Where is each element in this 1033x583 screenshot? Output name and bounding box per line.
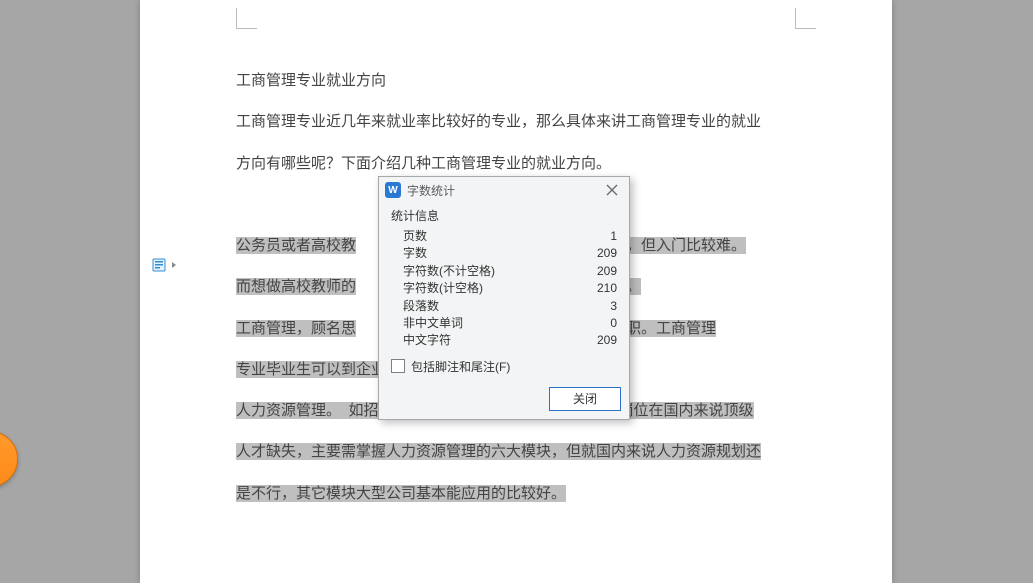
stat-key: 字符数(不计空格) (403, 263, 495, 280)
stat-key: 字符数(计空格) (403, 280, 483, 297)
stat-val: 0 (610, 315, 617, 332)
doc-p1a: 工商管理专业近几年来就业率比较好的专业，那么具体来讲工商管理专业的就业 (236, 101, 796, 142)
stats-header: 统计信息 (391, 207, 617, 224)
dialog-title: 字数统计 (407, 182, 455, 199)
include-footnotes-checkbox[interactable]: 包括脚注和尾注(F) (391, 358, 617, 375)
stat-val: 1 (610, 228, 617, 245)
stat-key: 段落数 (403, 298, 439, 315)
margin-corner-tl (236, 8, 257, 29)
stat-row: 字符数(计空格) 210 (391, 280, 617, 297)
stat-row: 字数 209 (391, 245, 617, 262)
app-logo-icon: W (385, 182, 401, 198)
checkbox-box[interactable] (391, 359, 405, 373)
sel-g: 是不行，其它模块大型公司基本能应用的比较好。 (236, 485, 566, 502)
sel-c: 工商管理，顾名思 (236, 320, 356, 337)
stat-row: 中文字符 209 (391, 332, 617, 349)
stat-row: 非中文单词 0 (391, 315, 617, 332)
dialog-buttons: 关闭 (379, 383, 629, 419)
stat-key: 字数 (403, 245, 427, 262)
close-icon[interactable] (601, 179, 623, 201)
stat-val: 210 (597, 280, 617, 297)
doc-line-g: 是不行，其它模块大型公司基本能应用的比较好。 (236, 473, 796, 514)
sel-a: 公务员或者高校教 (236, 237, 356, 254)
stat-val: 3 (610, 298, 617, 315)
stat-key: 中文字符 (403, 332, 451, 349)
floating-orange-button[interactable] (0, 431, 18, 487)
close-button[interactable]: 关闭 (549, 387, 621, 411)
stat-val: 209 (597, 245, 617, 262)
section-settings-icon[interactable] (150, 256, 168, 274)
margin-corner-tr (795, 8, 816, 29)
chevron-right-icon (172, 262, 176, 268)
dialog-body: 统计信息 页数1 字数209 字符数(不计空格)209 字符数(计空格)210 … (379, 203, 629, 383)
stat-val: 209 (597, 263, 617, 280)
word-count-dialog: W 字数统计 统计信息 页数 1 字数 209 字符数(不计空格) 209 字符数(计… (378, 176, 630, 420)
sel-b: 而想做高校教师的 (236, 278, 356, 295)
stat-row: 段落数 3 (391, 298, 617, 315)
stat-row: 页数 1 (391, 228, 617, 245)
stat-key: 非中文单词 (403, 315, 463, 332)
close-button-label: 关闭 (573, 390, 597, 407)
sel-f: 人才缺失，主要需掌握人力资源管理的六大模块，但就国内来说人力资源规划还 (236, 443, 761, 460)
doc-title: 工商管理专业就业方向 (236, 60, 796, 101)
stat-row: 字符数(不计空格) 209 (391, 263, 617, 280)
stat-key: 页数 (403, 228, 427, 245)
dialog-titlebar[interactable]: W 字数统计 (379, 177, 629, 203)
doc-line-f: 人才缺失，主要需掌握人力资源管理的六大模块，但就国内来说人力资源规划还 (236, 431, 796, 472)
stat-val: 209 (597, 332, 617, 349)
checkbox-label: 包括脚注和尾注(F) (411, 358, 510, 375)
